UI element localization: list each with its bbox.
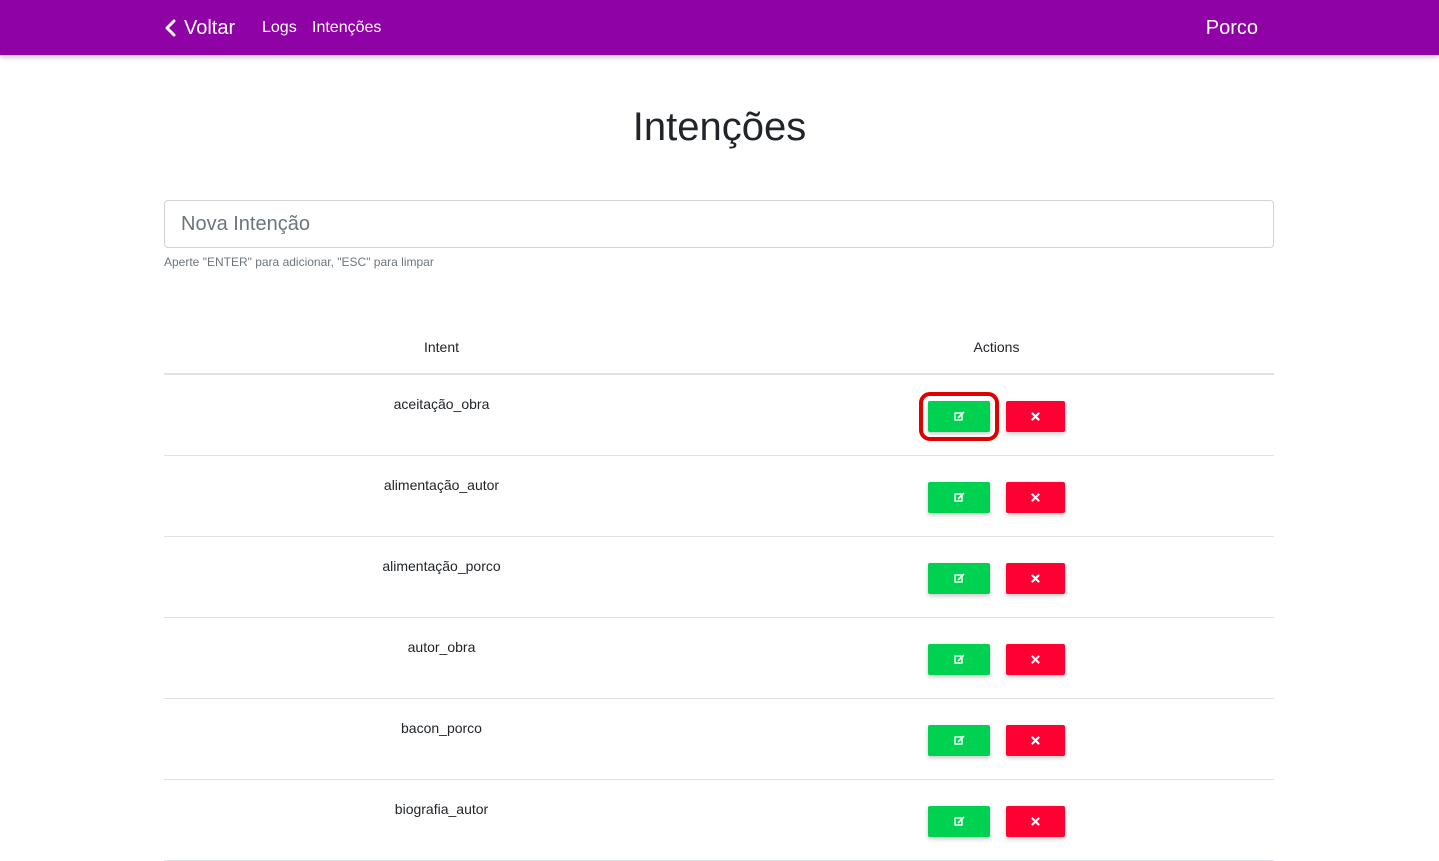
edit-button[interactable]: [928, 806, 990, 837]
new-intent-input[interactable]: [164, 200, 1274, 248]
close-icon: [1031, 493, 1040, 502]
header-intent: Intent: [423, 339, 460, 355]
edit-icon: [953, 816, 964, 826]
edit-button[interactable]: [928, 644, 990, 675]
edit-button[interactable]: [928, 725, 990, 756]
intents-table: Intent Actions aceitação_obra alimentação…: [164, 318, 1274, 861]
delete-button[interactable]: [1006, 725, 1065, 756]
table-row: alimentação_autor: [164, 456, 1274, 537]
top-navbar: Voltar Logs Intenções Porco: [0, 0, 1439, 55]
close-icon: [1031, 574, 1040, 583]
intent-name: alimentação_porco: [382, 558, 501, 574]
table-body: aceitação_obra alimentação_autor alimentaç…: [164, 375, 1274, 861]
close-icon: [1031, 817, 1040, 826]
input-help-text: Aperte "ENTER" para adicionar, "ESC" par…: [164, 255, 434, 269]
table-row: alimentação_porco: [164, 537, 1274, 618]
back-button[interactable]: Voltar: [164, 14, 235, 42]
delete-button[interactable]: [1006, 806, 1065, 837]
edit-icon: [953, 735, 964, 745]
page-title: Intenções: [632, 105, 807, 149]
intent-name: aceitação_obra: [393, 396, 490, 412]
delete-button[interactable]: [1006, 563, 1065, 594]
intent-name: biografia_autor: [394, 801, 489, 817]
nav-link-logs[interactable]: Logs: [262, 18, 297, 38]
edit-button[interactable]: [919, 392, 999, 441]
brand-name: Porco: [1205, 17, 1258, 39]
intent-name: bacon_porco: [401, 720, 482, 736]
close-icon: [1031, 655, 1040, 664]
edit-icon: [953, 573, 964, 583]
edit-button[interactable]: [928, 482, 990, 513]
table-row: bacon_porco: [164, 699, 1274, 780]
edit-button[interactable]: [928, 563, 990, 594]
nav-link-intencoes[interactable]: Intenções: [312, 18, 381, 38]
table-row: autor_obra: [164, 618, 1274, 699]
header-actions: Actions: [973, 339, 1020, 355]
back-label: Voltar: [184, 16, 236, 39]
edit-icon: [953, 654, 964, 664]
edit-icon: [953, 492, 964, 502]
intent-name: alimentação_autor: [383, 477, 500, 493]
delete-button[interactable]: [1006, 644, 1065, 675]
table-header: Intent Actions: [164, 318, 1274, 375]
chevron-left-icon: [165, 19, 176, 37]
close-icon: [1031, 412, 1040, 421]
edit-icon: [953, 411, 964, 421]
delete-button[interactable]: [1006, 401, 1065, 432]
intent-name: autor_obra: [407, 639, 476, 655]
close-icon: [1031, 736, 1040, 745]
table-row: aceitação_obra: [164, 375, 1274, 456]
delete-button[interactable]: [1006, 482, 1065, 513]
